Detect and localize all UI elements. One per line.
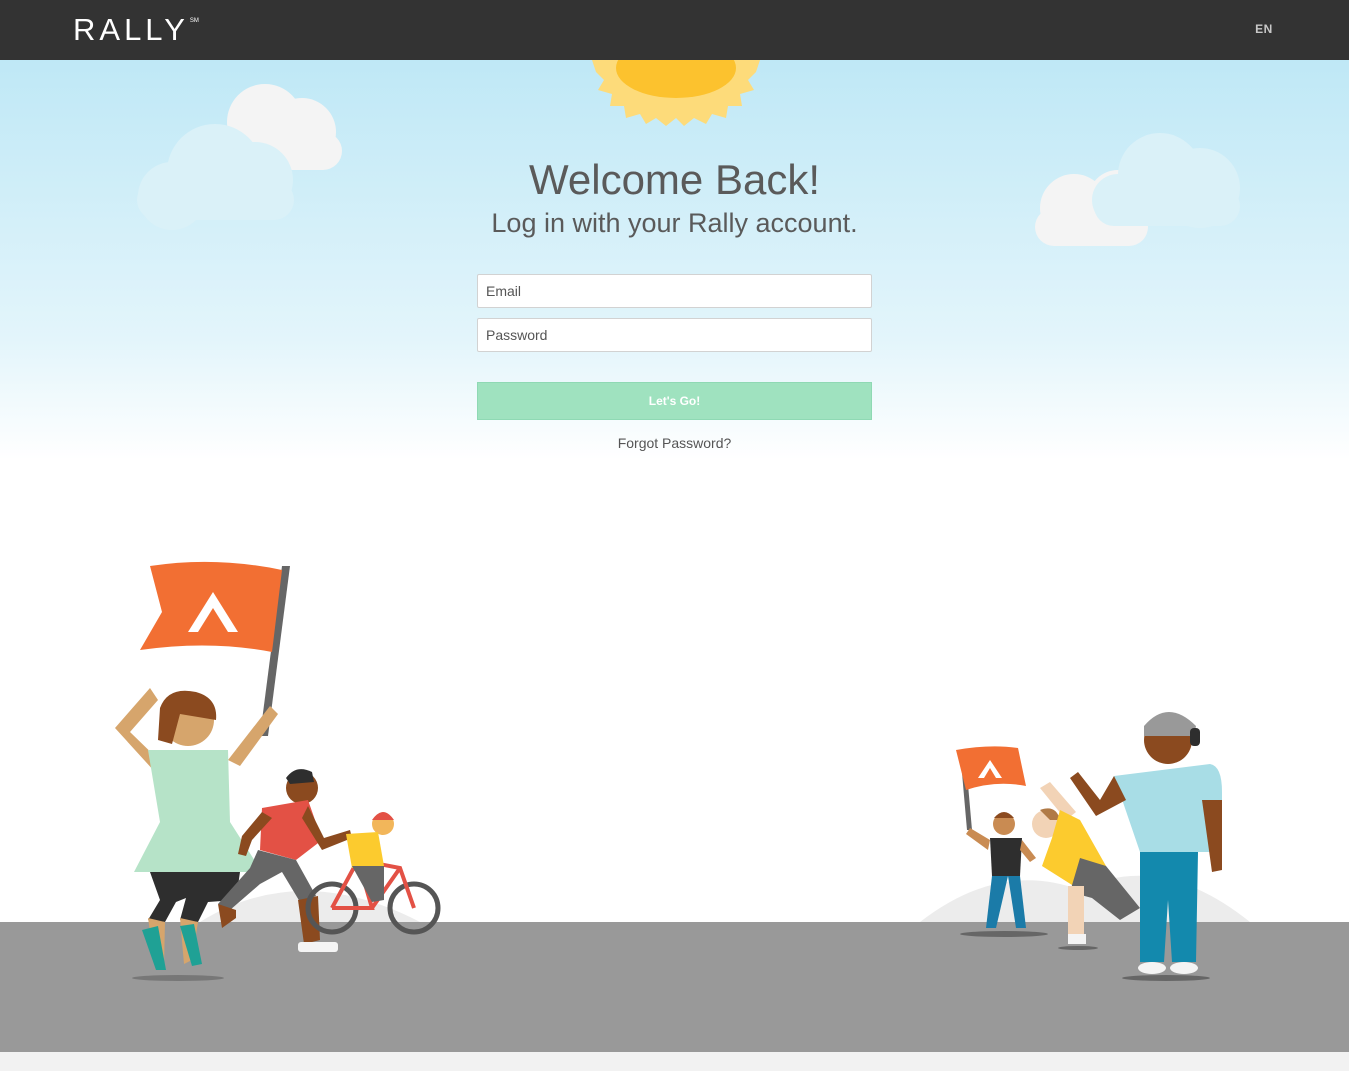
forgot-password-link[interactable]: Forgot Password? [618,435,732,451]
footer-band [0,1052,1349,1071]
forgot-password-container: Forgot Password? [0,435,1349,451]
login-form: Welcome Back! Log in with your Rally acc… [0,60,1349,480]
lets-go-button[interactable]: Let's Go! [477,382,872,420]
password-input[interactable] [477,318,872,352]
email-input[interactable] [477,274,872,308]
language-selector[interactable]: EN [1244,22,1284,36]
flag-icon [956,746,1026,830]
rally-logo[interactable]: RALLY SM [73,12,199,48]
service-mark: SM [189,18,199,24]
rally-logo-text: RALLY [73,12,189,47]
top-navigation-bar: RALLY SM EN [0,0,1349,60]
welcome-title: Welcome Back! [529,156,820,203]
login-subtitle: Log in with your Rally account. [491,208,858,238]
